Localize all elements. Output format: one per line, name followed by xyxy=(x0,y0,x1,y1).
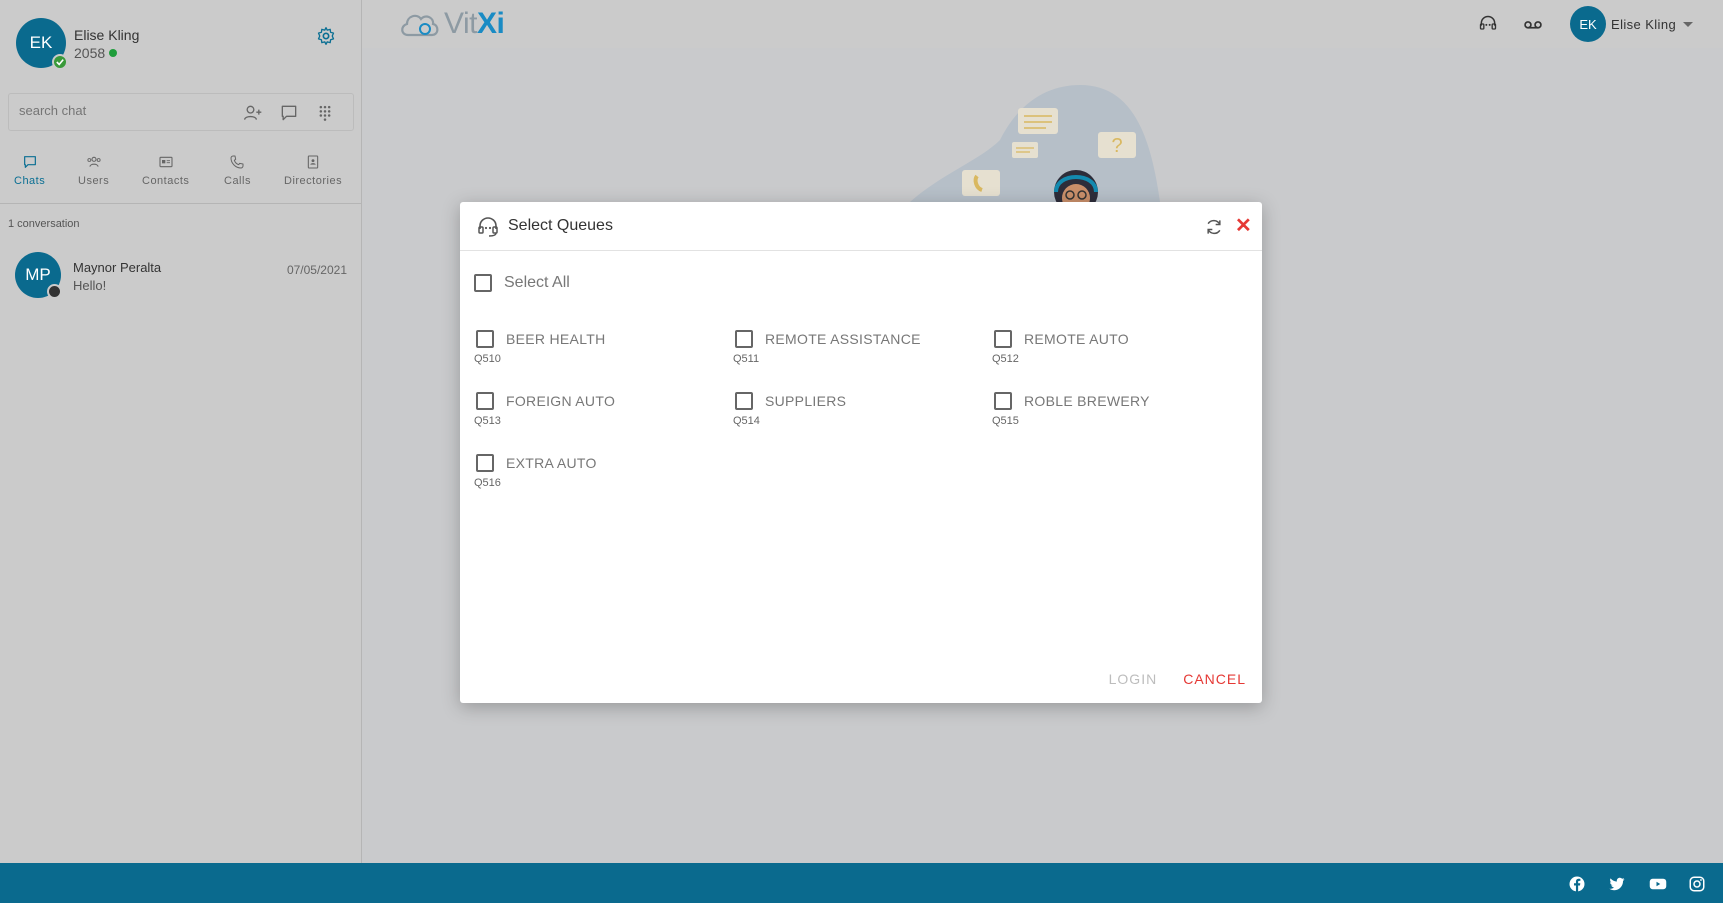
queue-code: Q511 xyxy=(733,353,760,365)
message-date: 07/05/2021 xyxy=(286,263,347,277)
facebook-icon[interactable] xyxy=(1568,875,1586,893)
queue-option[interactable]: BEER HEALTH Q510 xyxy=(474,330,724,374)
close-icon[interactable]: ✕ xyxy=(1235,216,1252,236)
top-bar: VitXi EK Elise Kling xyxy=(362,0,1723,48)
person-icon xyxy=(47,284,62,299)
youtube-icon[interactable] xyxy=(1648,875,1668,893)
tab-directories[interactable]: Directories xyxy=(284,154,342,187)
instagram-icon[interactable] xyxy=(1688,875,1706,893)
queue-code: Q516 xyxy=(474,477,501,489)
queue-option[interactable]: ROBLE BREWERY Q515 xyxy=(992,392,1242,436)
contact-avatar: MP xyxy=(15,252,62,299)
checkbox[interactable] xyxy=(474,274,492,292)
twitter-icon[interactable] xyxy=(1608,875,1626,893)
select-all-label: Select All xyxy=(504,274,570,291)
user-profile: EK Elise Kling 2058 xyxy=(16,18,346,70)
tab-calls[interactable]: Calls xyxy=(224,154,251,187)
tab-label: Directories xyxy=(284,175,343,187)
tab-label: Chats xyxy=(14,175,46,187)
queue-name: FOREIGN AUTO xyxy=(506,393,616,409)
directory-icon xyxy=(307,155,319,169)
queue-code: Q510 xyxy=(474,353,501,365)
contact-initials: MP xyxy=(25,265,51,284)
user-initials: EK xyxy=(1579,16,1597,32)
tab-chats[interactable]: Chats xyxy=(14,154,45,187)
tab-contacts[interactable]: Contacts xyxy=(142,154,189,187)
queue-code: Q515 xyxy=(992,415,1019,427)
dialog-title: Select Queues xyxy=(508,217,613,234)
queue-name: EXTRA AUTO xyxy=(506,455,597,471)
queue-name: SUPPLIERS xyxy=(765,393,847,409)
search-box xyxy=(8,93,354,131)
queue-name: REMOTE AUTO xyxy=(1024,331,1129,347)
queue-name: BEER HEALTH xyxy=(506,331,606,347)
users-icon xyxy=(87,156,101,167)
user-avatar: EK xyxy=(1570,6,1606,42)
phone-icon xyxy=(230,155,244,169)
refresh-icon[interactable] xyxy=(1204,217,1224,237)
cancel-button[interactable]: CANCEL xyxy=(1183,671,1246,687)
dialpad-icon[interactable] xyxy=(315,103,335,123)
checkbox[interactable] xyxy=(994,392,1012,410)
contacts-icon xyxy=(159,156,173,168)
queue-name: ROBLE BREWERY xyxy=(1024,393,1150,409)
verified-icon xyxy=(52,54,68,70)
queue-option[interactable]: REMOTE ASSISTANCE Q511 xyxy=(733,330,983,374)
queue-code: Q513 xyxy=(474,415,501,427)
checkbox[interactable] xyxy=(994,330,1012,348)
dialog-actions: LOGIN CANCEL xyxy=(1109,671,1246,687)
cloud-phone-icon xyxy=(401,14,439,37)
queue-code: Q514 xyxy=(733,415,760,427)
chat-icon xyxy=(23,156,36,168)
user-menu[interactable]: EK Elise Kling xyxy=(1570,6,1694,42)
sidebar: EK Elise Kling 2058 search chat Chats Us… xyxy=(0,0,362,863)
checkbox[interactable] xyxy=(476,392,494,410)
voicemail-icon[interactable] xyxy=(1522,14,1544,34)
extension-number: 2058 xyxy=(74,45,106,61)
footer xyxy=(0,863,1723,903)
sidebar-tabs: Chats Users Contacts Calls Directories xyxy=(0,150,362,204)
gear-icon[interactable] xyxy=(316,26,336,46)
login-button[interactable]: LOGIN xyxy=(1109,671,1158,687)
support-agent-illustration: ? xyxy=(910,85,1160,202)
user-avatar[interactable]: EK xyxy=(16,18,68,70)
svg-text:?: ? xyxy=(1111,135,1122,157)
dialog-header: Select Queues ✕ xyxy=(460,202,1262,251)
queue-option[interactable]: EXTRA AUTO Q516 xyxy=(474,454,724,498)
logo-text-suffix: Xi xyxy=(476,7,505,40)
new-chat-icon[interactable] xyxy=(279,103,299,123)
user-initials: EK xyxy=(29,33,53,52)
user-extension: 2058 xyxy=(74,45,118,61)
conversation-count: 1 conversation xyxy=(8,218,80,230)
headset-icon xyxy=(478,217,498,237)
logo-text-prefix: Vit xyxy=(444,7,477,40)
queue-code: Q512 xyxy=(992,353,1019,365)
queue-option[interactable]: REMOTE AUTO Q512 xyxy=(992,330,1242,374)
conversation-item[interactable]: MP Maynor Peralta Hello! 07/05/2021 xyxy=(15,252,347,299)
user-name: Elise Kling xyxy=(1611,16,1677,32)
checkbox[interactable] xyxy=(735,392,753,410)
headset-icon[interactable] xyxy=(1478,14,1498,34)
queue-option[interactable]: SUPPLIERS Q514 xyxy=(733,392,983,436)
queue-option[interactable]: FOREIGN AUTO Q513 xyxy=(474,392,724,436)
search-input[interactable] xyxy=(19,103,219,118)
select-queues-dialog: Select Queues ✕ Select All BEER HEALTH Q… xyxy=(460,202,1262,703)
tab-users[interactable]: Users xyxy=(78,154,109,187)
checkbox[interactable] xyxy=(735,330,753,348)
tab-label: Users xyxy=(78,175,110,187)
checkbox[interactable] xyxy=(476,330,494,348)
checkbox[interactable] xyxy=(476,454,494,472)
vitxi-logo: VitXi xyxy=(398,6,505,42)
user-name: Elise Kling xyxy=(74,27,140,43)
last-message: Hello! xyxy=(73,278,107,293)
tab-label: Contacts xyxy=(142,175,190,187)
tab-label: Calls xyxy=(224,175,251,187)
contact-name: Maynor Peralta xyxy=(73,260,162,275)
add-user-icon[interactable] xyxy=(243,103,263,123)
caret-down-icon xyxy=(1683,21,1694,27)
queue-name: REMOTE ASSISTANCE xyxy=(765,331,921,347)
online-status-icon xyxy=(109,49,118,57)
